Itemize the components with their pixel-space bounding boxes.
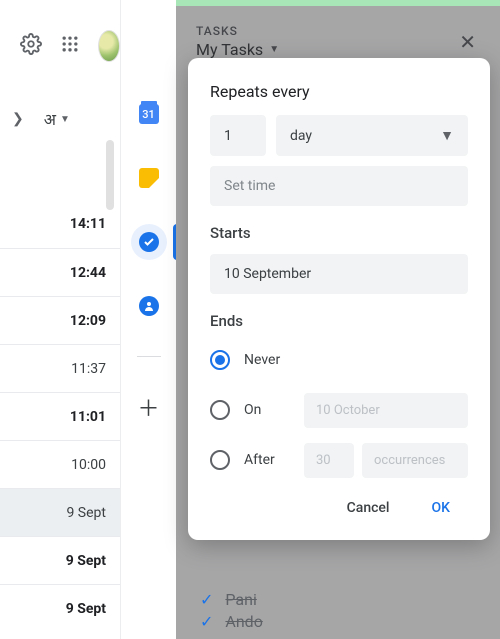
- add-addon-button[interactable]: ＋: [131, 389, 167, 425]
- ok-button[interactable]: OK: [414, 492, 469, 524]
- message-time: 9 Sept: [66, 553, 106, 569]
- message-row[interactable]: 9 Sept: [0, 584, 120, 632]
- interval-input[interactable]: 1: [210, 115, 266, 156]
- message-row[interactable]: 9 Sept: [0, 488, 120, 536]
- ends-never-option[interactable]: Never: [210, 342, 468, 378]
- apps-grid-icon[interactable]: [60, 34, 80, 58]
- input-script-selector[interactable]: अ ▼: [36, 102, 78, 136]
- starts-label: Starts: [210, 224, 468, 242]
- occurrences-count-input[interactable]: 30: [304, 443, 354, 478]
- ends-after-option[interactable]: After 30 occurrences: [210, 442, 468, 478]
- calendar-app-icon[interactable]: 31: [131, 96, 167, 132]
- radio-icon: [210, 450, 230, 470]
- script-label: अ: [44, 108, 56, 130]
- avatar[interactable]: [98, 30, 120, 62]
- message-row[interactable]: 11:01: [0, 392, 120, 440]
- occurrences-label: occurrences: [362, 443, 468, 478]
- divider: [137, 356, 161, 357]
- message-row[interactable]: 10:00: [0, 440, 120, 488]
- message-time: 9 Sept: [66, 505, 106, 521]
- contacts-app-icon[interactable]: [131, 288, 167, 324]
- message-row[interactable]: 12:44: [0, 248, 120, 296]
- completed-task-item[interactable]: ✓ Pani: [200, 590, 257, 609]
- settings-icon[interactable]: [20, 33, 42, 59]
- cancel-button[interactable]: Cancel: [329, 492, 408, 524]
- completed-task-item[interactable]: ✓ Ando: [200, 612, 263, 631]
- ends-label: Ends: [210, 312, 468, 330]
- side-panel: 31 ＋: [120, 0, 176, 639]
- keep-app-icon[interactable]: [131, 160, 167, 196]
- unit-select[interactable]: day ▼: [276, 115, 468, 156]
- radio-icon: [210, 350, 230, 370]
- check-icon: ✓: [200, 590, 213, 609]
- check-icon: ✓: [200, 612, 213, 631]
- starts-date-input[interactable]: 10 September: [210, 254, 468, 294]
- message-row[interactable]: 14:11: [0, 200, 120, 248]
- radio-icon: [210, 400, 230, 420]
- message-time: 10:00: [71, 457, 106, 473]
- ends-on-date-input[interactable]: 10 October: [304, 393, 468, 428]
- recurrence-dialog: Repeats every 1 day ▼ Set time Starts 10…: [188, 58, 490, 540]
- chevron-down-icon: ▼: [60, 114, 70, 125]
- message-time: 11:37: [71, 361, 106, 377]
- ends-on-option[interactable]: On 10 October: [210, 392, 468, 428]
- repeats-every-label: Repeats every: [210, 82, 468, 101]
- message-time-list: 14:11 12:44 12:09 11:37 11:01 10:00 9 Sept 9 Se…: [0, 200, 120, 632]
- message-time: 14:11: [70, 216, 106, 232]
- message-time: 12:44: [70, 265, 106, 281]
- chevron-right-icon[interactable]: ❯: [8, 111, 28, 127]
- set-time-input[interactable]: Set time: [210, 166, 468, 206]
- message-time: 11:01: [70, 409, 106, 425]
- chevron-down-icon: ▼: [440, 127, 454, 144]
- plus-icon: ＋: [137, 391, 159, 423]
- message-row[interactable]: 12:09: [0, 296, 120, 344]
- message-time: 9 Sept: [66, 601, 106, 617]
- message-row[interactable]: 9 Sept: [0, 536, 120, 584]
- message-time: 12:09: [70, 313, 106, 329]
- tasks-app-icon[interactable]: [131, 224, 167, 260]
- message-row[interactable]: 11:37: [0, 344, 120, 392]
